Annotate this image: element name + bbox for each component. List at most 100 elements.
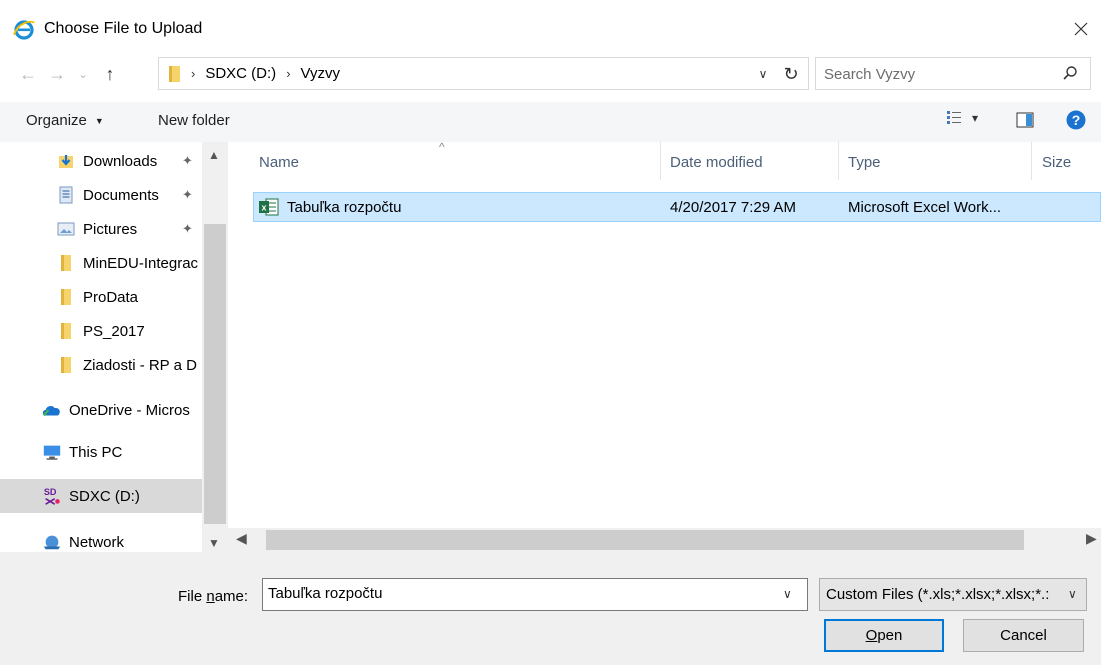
onedrive-icon bbox=[42, 401, 62, 419]
horizontal-scrollbar[interactable]: ◀ ▶ bbox=[228, 528, 1101, 552]
nav-item-downloads[interactable]: Downloads ✦ bbox=[0, 144, 202, 178]
excel-file-icon: x bbox=[259, 198, 279, 216]
chevron-down-icon[interactable]: ∨ bbox=[783, 587, 792, 601]
forward-button[interactable]: → bbox=[42, 60, 72, 88]
back-button[interactable]: ← bbox=[14, 60, 42, 88]
network-icon bbox=[42, 533, 62, 551]
file-name-label-text: ame: bbox=[214, 588, 249, 605]
file-name-label: File name: bbox=[178, 588, 248, 605]
scroll-right-icon[interactable]: ▶ bbox=[1086, 530, 1097, 547]
refresh-button[interactable]: ↻ bbox=[778, 62, 804, 86]
file-date-modified: 4/20/2017 7:29 AM bbox=[670, 199, 796, 216]
organize-button[interactable]: Organize ▼ bbox=[26, 112, 104, 129]
file-type-select[interactable]: Custom Files (*.xls;*.xlsx;*.xlsx;*.: ∨ bbox=[819, 578, 1087, 611]
file-name-combobox[interactable]: ∨ bbox=[262, 578, 808, 611]
folder-icon bbox=[56, 288, 76, 306]
column-divider[interactable] bbox=[660, 142, 661, 180]
nav-item-label: ProData bbox=[83, 288, 139, 306]
title-bar: Choose File to Upload ← → ⌄ ↑ bbox=[0, 0, 1101, 84]
scroll-left-icon[interactable]: ◀ bbox=[236, 530, 247, 547]
close-button[interactable] bbox=[1066, 14, 1096, 44]
column-header-type[interactable]: Type bbox=[848, 154, 881, 171]
column-divider[interactable] bbox=[1031, 142, 1032, 180]
chevron-down-icon: ⌄ bbox=[78, 68, 88, 81]
column-divider[interactable] bbox=[838, 142, 839, 180]
file-list: Name ^ Date modified Type Size x Tabuľka… bbox=[228, 140, 1101, 552]
preview-pane-icon bbox=[1016, 112, 1034, 128]
nav-item-prodata[interactable]: ProData bbox=[0, 280, 202, 314]
pin-icon[interactable]: ✦ bbox=[182, 221, 193, 237]
breadcrumb-sdxc[interactable]: SDXC (D:) bbox=[205, 65, 276, 82]
open-button-accelerator: O bbox=[865, 627, 878, 644]
search-icon[interactable] bbox=[1062, 65, 1078, 81]
nav-item-label: Ziadosti - RP a D bbox=[83, 356, 197, 374]
preview-pane-button[interactable] bbox=[1016, 112, 1034, 128]
command-bar: Organize ▼ New folder ▾ ? bbox=[0, 102, 1101, 142]
downloads-icon bbox=[56, 152, 76, 170]
svg-text:x: x bbox=[261, 203, 266, 213]
file-name-label-accelerator: n bbox=[206, 588, 215, 605]
horizontal-scrollbar-thumb[interactable] bbox=[266, 530, 1024, 550]
forward-arrow-icon: → bbox=[48, 63, 66, 84]
cancel-button[interactable]: Cancel bbox=[963, 619, 1084, 652]
nav-item-ps2017[interactable]: PS_2017 bbox=[0, 314, 202, 348]
new-folder-button[interactable]: New folder bbox=[158, 112, 230, 129]
open-button[interactable]: Open bbox=[824, 619, 944, 652]
details-view-icon bbox=[946, 110, 962, 126]
nav-item-label: Downloads bbox=[83, 152, 158, 170]
nav-item-ziadosti[interactable]: Ziadosti - RP a D bbox=[0, 348, 202, 382]
folder-icon bbox=[56, 254, 76, 272]
column-header-name[interactable]: Name bbox=[259, 154, 299, 171]
up-arrow-icon: ↑ bbox=[105, 63, 115, 84]
folder-icon bbox=[56, 356, 76, 374]
close-icon bbox=[1073, 21, 1089, 37]
nav-item-label: Network bbox=[69, 533, 125, 551]
nav-item-label: This PC bbox=[69, 443, 123, 461]
file-name: Tabuľka rozpočtu bbox=[287, 199, 402, 216]
pin-icon[interactable]: ✦ bbox=[182, 187, 193, 203]
up-button[interactable]: ↑ bbox=[96, 60, 124, 88]
help-button[interactable]: ? bbox=[1066, 110, 1086, 130]
nav-item-label: PS_2017 bbox=[83, 322, 145, 340]
recent-locations-button[interactable]: ⌄ bbox=[72, 60, 94, 88]
sort-ascending-icon: ^ bbox=[439, 140, 445, 154]
nav-item-label: OneDrive - Micros bbox=[69, 401, 190, 419]
caret-down-icon: ▼ bbox=[94, 115, 104, 126]
window-title: Choose File to Upload bbox=[44, 20, 203, 37]
search-box[interactable] bbox=[815, 57, 1091, 90]
column-header-date-modified[interactable]: Date modified bbox=[670, 154, 763, 171]
folder-icon bbox=[167, 65, 183, 83]
scroll-down-icon[interactable]: ▼ bbox=[208, 536, 220, 550]
pin-icon[interactable]: ✦ bbox=[182, 153, 193, 169]
file-name-label-text: File bbox=[178, 588, 207, 605]
nav-item-documents[interactable]: Documents ✦ bbox=[0, 178, 202, 212]
breadcrumb-vyzvy[interactable]: Vyzvy bbox=[301, 65, 340, 82]
nav-item-pictures[interactable]: Pictures ✦ bbox=[0, 212, 202, 246]
sdxc-drive-icon: SD bbox=[42, 487, 62, 505]
nav-item-onedrive[interactable]: OneDrive - Micros bbox=[0, 393, 202, 427]
address-dropdown-button[interactable]: ∨ bbox=[753, 64, 773, 84]
breadcrumb-separator: › bbox=[286, 66, 291, 81]
search-input[interactable] bbox=[824, 64, 1044, 84]
nav-item-sdxc[interactable]: SD SDXC (D:) bbox=[0, 479, 202, 513]
this-pc-icon bbox=[42, 443, 62, 461]
documents-icon bbox=[56, 186, 76, 204]
nav-item-network[interactable]: Network bbox=[0, 525, 202, 552]
back-arrow-icon: ← bbox=[19, 63, 37, 84]
column-header-size[interactable]: Size bbox=[1042, 154, 1071, 171]
breadcrumb: › SDXC (D:) › Vyzvy bbox=[191, 65, 340, 82]
file-type: Microsoft Excel Work... bbox=[848, 199, 1002, 216]
chevron-down-icon[interactable]: ∨ bbox=[1068, 587, 1077, 601]
file-row[interactable]: x Tabuľka rozpočtu 4/20/2017 7:29 AM Mic… bbox=[253, 192, 1101, 222]
organize-label: Organize bbox=[26, 112, 87, 129]
folder-icon bbox=[56, 322, 76, 340]
change-view-button[interactable]: ▾ bbox=[946, 110, 978, 126]
address-bar[interactable]: › SDXC (D:) › Vyzvy ∨ ↻ bbox=[158, 57, 809, 90]
chevron-down-icon: ∨ bbox=[758, 67, 768, 81]
nav-item-minedu[interactable]: MinEDU-Integrac bbox=[0, 246, 202, 280]
file-name-field[interactable] bbox=[268, 585, 768, 602]
nav-item-this-pc[interactable]: This PC bbox=[0, 435, 202, 469]
internet-explorer-icon bbox=[12, 18, 36, 42]
navigation-scrollbar-thumb[interactable] bbox=[204, 224, 226, 524]
scroll-up-icon[interactable]: ▲ bbox=[208, 148, 220, 162]
